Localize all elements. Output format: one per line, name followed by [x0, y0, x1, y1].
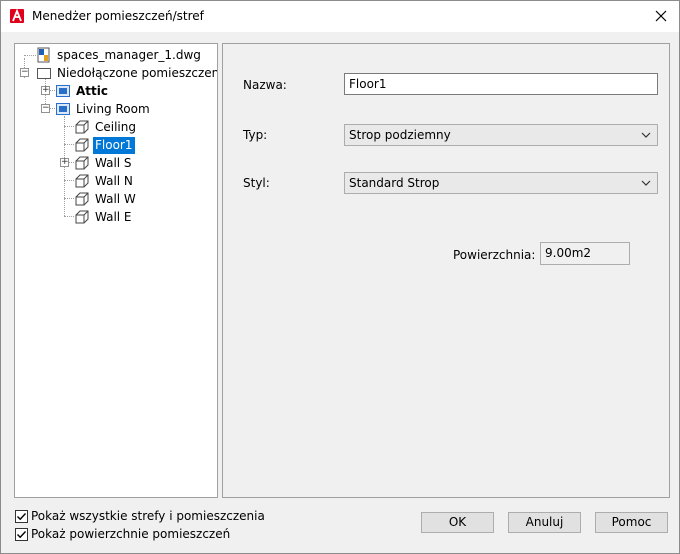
- expand-group-toggle[interactable]: −: [20, 68, 29, 77]
- tree-item-label: Wall N: [95, 173, 133, 188]
- tree-item-wall-s[interactable]: Wall S: [74, 154, 134, 172]
- ok-button[interactable]: OK: [421, 512, 494, 533]
- close-icon: [655, 10, 667, 22]
- show-surfaces-checkbox-row[interactable]: Pokaż powierzchnie pomieszczeń: [15, 527, 230, 541]
- tree-item-ceiling[interactable]: Ceiling: [74, 118, 138, 136]
- surface-icon: [75, 120, 89, 134]
- tree-item-wall-w[interactable]: Wall W: [74, 190, 138, 208]
- chevron-down-icon: [641, 180, 651, 186]
- expand-living-room-toggle[interactable]: −: [41, 104, 50, 113]
- tree-item-drawing[interactable]: spaces_manager_1.dwg: [36, 46, 203, 64]
- dialog-window: Menedżer pomieszczeń/stref − + − + space…: [0, 0, 680, 554]
- tree-item-label: Wall S: [95, 155, 132, 170]
- title-bar[interactable]: Menedżer pomieszczeń/stref: [1, 1, 679, 32]
- tree-item-label: spaces_manager_1.dwg: [57, 47, 201, 62]
- surface-icon: [75, 174, 89, 188]
- show-all-checkbox[interactable]: [15, 509, 28, 523]
- surface-icon: [75, 210, 89, 224]
- show-all-checkbox-row[interactable]: Pokaż wszystkie strefy i pomieszczenia: [15, 509, 265, 523]
- tree-item-wall-n[interactable]: Wall N: [74, 172, 135, 190]
- checkmark-icon: [17, 512, 27, 520]
- style-label: Styl:: [243, 176, 270, 190]
- close-button[interactable]: [647, 3, 675, 29]
- window-title: Menedżer pomieszczeń/stref: [32, 9, 204, 23]
- expand-wall-s-toggle[interactable]: +: [60, 158, 69, 167]
- area-label: Powierzchnia:: [453, 248, 536, 262]
- tree-item-label: Niedołączone pomieszczenia: [57, 65, 218, 80]
- style-select[interactable]: Standard Strop: [344, 172, 658, 194]
- tree-item-label: Living Room: [76, 101, 150, 116]
- chevron-down-icon: [641, 132, 651, 138]
- properties-panel: Nazwa: Typ: Strop podziemny Styl: Standa…: [222, 43, 670, 498]
- tree-item-floor1[interactable]: Floor1: [74, 136, 135, 154]
- type-label: Typ:: [243, 128, 268, 142]
- type-select[interactable]: Strop podziemny: [344, 124, 658, 146]
- tree-item-label: Wall W: [95, 191, 136, 206]
- tree-item-living-room[interactable]: Living Room: [55, 100, 152, 118]
- zone-icon: [56, 103, 70, 115]
- tree-item-label: Wall E: [95, 209, 132, 224]
- name-label: Nazwa:: [243, 78, 287, 92]
- zone-icon: [56, 85, 70, 97]
- tree-item-label: Ceiling: [95, 119, 136, 134]
- area-value: 9.00m2: [540, 242, 630, 265]
- tree-item-label: Attic: [76, 83, 108, 98]
- surface-icon: [75, 138, 89, 152]
- show-surfaces-label: Pokaż powierzchnie pomieszczeń: [31, 527, 231, 541]
- cancel-button[interactable]: Anuluj: [508, 512, 581, 533]
- expand-attic-toggle[interactable]: +: [41, 86, 50, 95]
- checkmark-icon: [17, 530, 27, 538]
- type-select-value: Strop podziemny: [349, 128, 451, 142]
- tree-item-unattached[interactable]: Niedołączone pomieszczenia: [36, 64, 218, 82]
- tree-item-attic[interactable]: Attic: [55, 82, 110, 100]
- help-button[interactable]: Pomoc: [595, 512, 668, 533]
- drawing-file-icon: [37, 47, 50, 63]
- tree-item-label: Floor1: [93, 136, 135, 154]
- surface-icon: [75, 156, 89, 170]
- spaces-tree[interactable]: − + − + spaces_manager_1.dwg Niedołączon…: [14, 43, 218, 498]
- autocad-logo-icon: [10, 9, 24, 23]
- tree-item-wall-e[interactable]: Wall E: [74, 208, 134, 226]
- folder-icon: [37, 68, 51, 79]
- name-input[interactable]: [344, 73, 658, 95]
- show-surfaces-checkbox[interactable]: [15, 527, 28, 541]
- style-select-value: Standard Strop: [349, 176, 440, 190]
- show-all-label: Pokaż wszystkie strefy i pomieszczenia: [31, 509, 265, 523]
- surface-icon: [75, 192, 89, 206]
